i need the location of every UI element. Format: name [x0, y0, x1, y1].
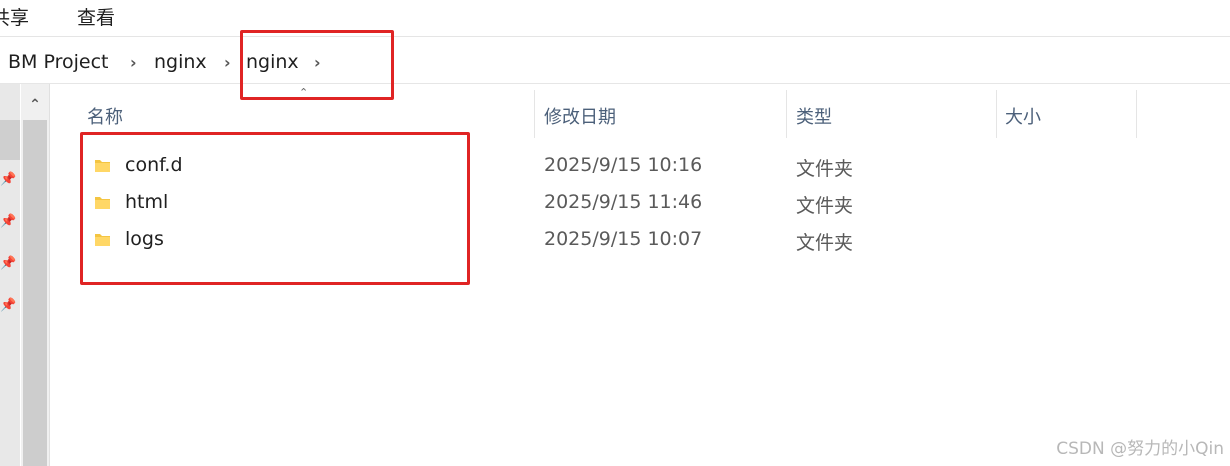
pin-icon: 📌 [0, 256, 17, 271]
file-modified: 2025/9/15 10:16 [544, 154, 703, 176]
pin-icon: 📌 [0, 298, 17, 313]
file-type: 文件夹 [796, 195, 854, 217]
pin-icon: 📌 [0, 214, 17, 229]
watermark: CSDN @努力的小Qin [1056, 439, 1224, 459]
column-divider[interactable] [534, 90, 535, 138]
annotation-box-breadcrumb [240, 30, 394, 100]
file-type: 文件夹 [796, 158, 854, 180]
file-modified: 2025/9/15 10:07 [544, 228, 703, 250]
column-header-type[interactable]: 类型 [796, 103, 832, 129]
column-divider[interactable] [1136, 90, 1137, 138]
annotation-box-folders [80, 132, 470, 285]
file-type: 文件夹 [796, 232, 854, 254]
ribbon: 共享 查看 [0, 0, 1230, 37]
breadcrumb-item-bm-project[interactable]: BM Project [8, 51, 108, 73]
column-header-name[interactable]: 名称 [87, 103, 123, 129]
ribbon-tab-view[interactable]: 查看 [77, 3, 115, 30]
nav-scrollbar-thumb[interactable] [23, 120, 47, 466]
pin-icon: 📌 [0, 172, 17, 187]
file-modified: 2025/9/15 11:46 [544, 191, 703, 213]
column-divider[interactable] [996, 90, 997, 138]
navigation-pane-selected-item[interactable] [0, 120, 20, 160]
breadcrumb-item-nginx-parent[interactable]: nginx [154, 51, 207, 73]
column-header-modified[interactable]: 修改日期 [544, 103, 616, 129]
column-divider[interactable] [786, 90, 787, 138]
scroll-up-icon[interactable]: ⌃ [22, 92, 48, 118]
breadcrumb-separator-icon[interactable]: › [224, 53, 231, 72]
column-header-size[interactable]: 大小 [1005, 103, 1041, 129]
breadcrumb: BM Project › nginx › nginx › [0, 37, 1230, 84]
ribbon-tab-share[interactable]: 共享 [0, 3, 29, 30]
breadcrumb-separator-icon[interactable]: › [130, 53, 137, 72]
